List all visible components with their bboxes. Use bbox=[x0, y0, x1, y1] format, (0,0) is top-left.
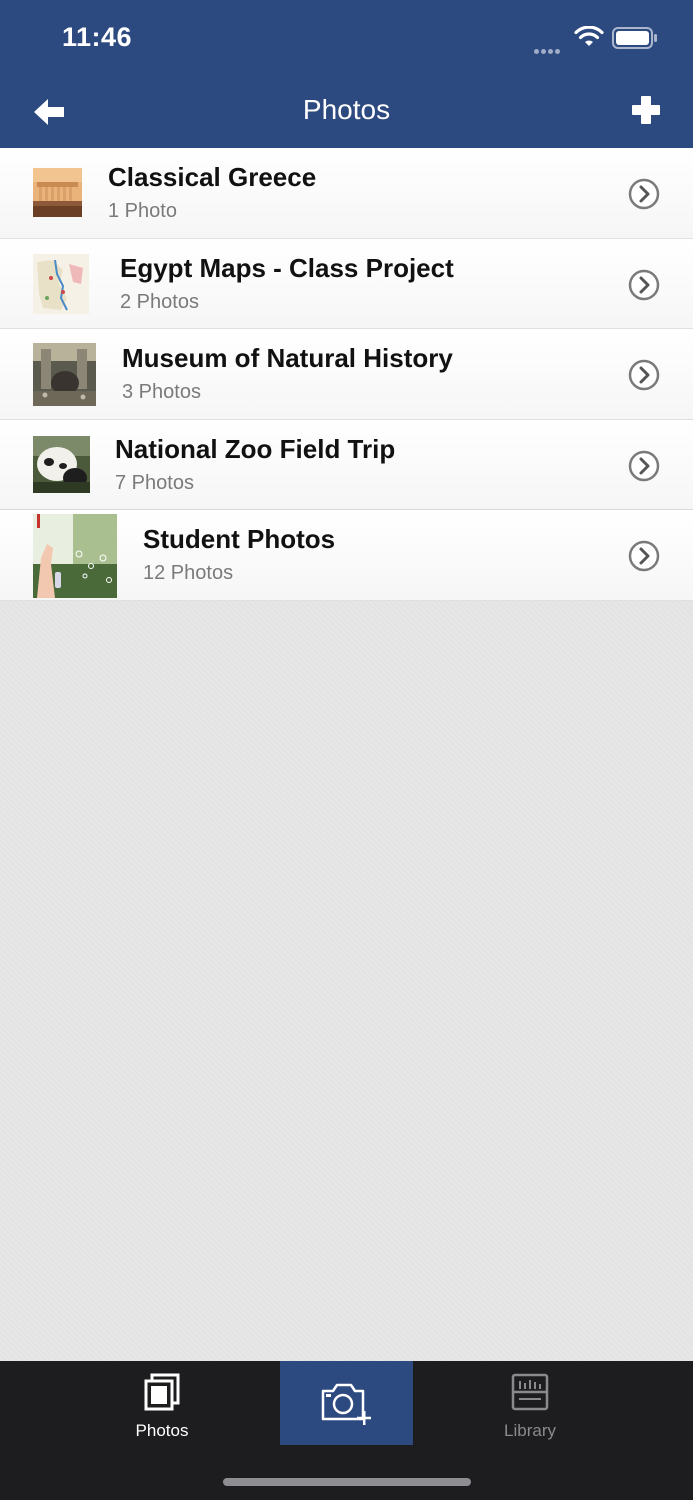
album-title: National Zoo Field Trip bbox=[115, 433, 396, 464]
album-title: Museum of Natural History bbox=[122, 343, 453, 373]
album-count: 12 Photos bbox=[143, 562, 234, 584]
battery-icon bbox=[612, 27, 657, 49]
album-count: 2 Photos bbox=[120, 290, 199, 313]
nav-bar: Photos bbox=[0, 76, 693, 148]
wifi-icon bbox=[574, 26, 604, 46]
chevron-right-icon[interactable] bbox=[627, 177, 661, 211]
add-icon[interactable] bbox=[626, 90, 666, 130]
cellular-signal-icon bbox=[534, 41, 566, 54]
tab-library-label: Library bbox=[504, 1421, 556, 1440]
chevron-right-icon[interactable] bbox=[627, 539, 661, 573]
album-thumbnail bbox=[33, 514, 117, 598]
album-title: Egypt Maps - Class Project bbox=[120, 252, 454, 283]
chevron-right-icon[interactable] bbox=[627, 358, 661, 392]
home-indicator bbox=[223, 1478, 471, 1486]
status-bar: 11:46 bbox=[0, 0, 693, 76]
camera-add-icon bbox=[321, 1383, 371, 1425]
chevron-right-icon[interactable] bbox=[627, 449, 661, 483]
library-icon bbox=[511, 1373, 549, 1411]
album-title: Classical Greece bbox=[108, 162, 317, 192]
album-count: 1 Photo bbox=[108, 200, 177, 222]
album-count: 7 Photos bbox=[115, 471, 194, 494]
tab-library[interactable]: Library bbox=[465, 1361, 595, 1445]
album-thumbnail bbox=[33, 168, 82, 217]
tab-camera[interactable] bbox=[280, 1361, 413, 1445]
album-thumbnail bbox=[33, 343, 96, 406]
header: 11:46 Photos bbox=[0, 0, 693, 148]
tab-photos-label: Photos bbox=[135, 1421, 189, 1440]
photos-icon bbox=[144, 1373, 180, 1411]
tab-photos[interactable]: Photos bbox=[97, 1361, 227, 1445]
empty-background bbox=[0, 601, 693, 1361]
album-thumbnail bbox=[33, 253, 89, 314]
album-count: 3 Photos bbox=[122, 381, 201, 403]
list-item[interactable]: National Zoo Field Trip 7 Photos bbox=[0, 419, 693, 510]
status-time: 11:46 bbox=[62, 22, 133, 52]
list-item[interactable]: Classical Greece 1 Photo bbox=[0, 148, 693, 239]
list-item[interactable]: Egypt Maps - Class Project 2 Photos bbox=[0, 238, 693, 329]
list-item[interactable]: Student Photos 12 Photos bbox=[0, 510, 693, 601]
album-thumbnail bbox=[33, 435, 90, 493]
list-item[interactable]: Museum of Natural History 3 Photos bbox=[0, 329, 693, 420]
page-title: Photos bbox=[302, 94, 391, 125]
album-title: Student Photos bbox=[143, 524, 336, 554]
chevron-right-icon[interactable] bbox=[627, 268, 661, 302]
album-list: Classical Greece 1 Photo Egypt Maps - Cl… bbox=[0, 148, 693, 601]
